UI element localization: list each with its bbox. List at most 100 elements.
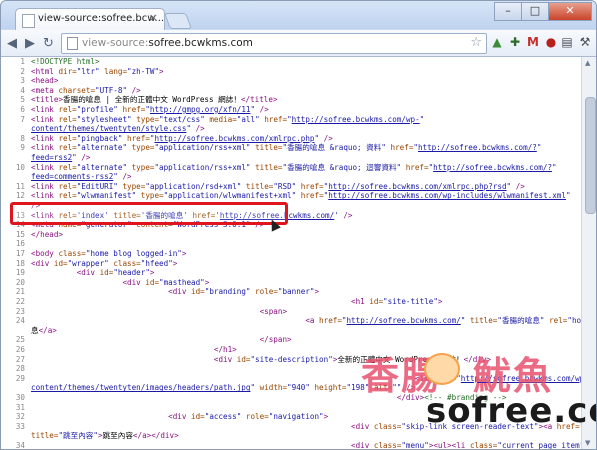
source-line: content/themes/twentyten/images/headers/… [1, 383, 415, 393]
line-number: 22 [15, 297, 25, 306]
source-line: title="跳至內容">跳至內容</a></div> [1, 431, 179, 441]
line-number: 32 [15, 412, 25, 422]
line-number: 18 [15, 258, 25, 268]
wrench-icon[interactable]: ⚒ [577, 34, 593, 50]
line-code: <h1 id="site-title"> [351, 297, 443, 306]
maximize-button[interactable]: □ [521, 2, 549, 21]
watermark-site: sofree.cc [426, 391, 597, 431]
line-code: </head> [31, 229, 64, 239]
line-code: <html dir="ltr" lang="zh-TW"> [31, 66, 164, 76]
source-line: 25 </span> [1, 335, 292, 345]
line-number: 24 [15, 316, 25, 326]
line-number: 28 [15, 364, 25, 374]
scroll-down-icon[interactable]: ▼ [585, 439, 590, 447]
line-number: 8 [20, 133, 25, 143]
line-number: 26 [15, 345, 25, 354]
line-code: feed=rss2" /> [31, 153, 91, 162]
back-icon[interactable]: ◀ [7, 36, 17, 51]
line-number: 16 [15, 239, 25, 249]
line-code: <link rel="wlwmanifest" type="applicatio… [31, 191, 571, 201]
line-code: <link rel="pingback" href="http://sofree… [31, 133, 333, 143]
tab-view-source[interactable]: view-source:sofree.bcw... × [15, 8, 165, 31]
line-code: <div class="menu"><ul><li class="current… [351, 441, 581, 449]
url-scheme: view-source: [82, 37, 149, 49]
source-line: 15 </head> [1, 230, 63, 240]
line-number: 21 [15, 287, 25, 297]
forward-icon[interactable]: ▶ [25, 36, 35, 51]
url-text[interactable]: view-source:sofree.bcwkms.com [82, 37, 253, 49]
line-code: <link rel="alternate" type="application/… [31, 162, 557, 172]
line-number: 4 [20, 85, 25, 95]
extension-icon[interactable]: ● [543, 34, 559, 50]
url-host: sofree.bcwkms.com [148, 37, 253, 49]
scrollbar-thumb[interactable] [585, 97, 596, 214]
source-line: 21 <div id="branding" role="banner"> [1, 287, 319, 297]
line-number: 17 [15, 249, 25, 258]
line-code: <!DOCTYPE html> [31, 57, 100, 66]
extension-icon[interactable]: ▲ [489, 34, 505, 50]
scroll-up-icon[interactable]: ▲ [585, 59, 590, 67]
line-number: 9 [20, 143, 25, 153]
page-menu-icon[interactable]: ▤ [559, 34, 575, 50]
title-bar: view-source:sofree.bcw... × – □ ✕ [1, 1, 596, 31]
line-number: 34 [15, 441, 25, 449]
gmail-icon[interactable]: M [525, 34, 541, 50]
line-code: <link rel="alternate" type="application/… [31, 143, 542, 153]
source-line: 16 [1, 239, 31, 249]
close-window-button[interactable]: ✕ [548, 2, 592, 21]
source-line: 28 [1, 364, 31, 374]
extension-icon[interactable]: ✚ [507, 34, 523, 50]
line-number: 5 [20, 95, 25, 105]
line-number: 30 [15, 393, 25, 402]
line-number: 11 [15, 181, 25, 191]
source-line: content/themes/twentyten/style.css" /> [1, 124, 205, 134]
line-code: <link rel="stylesheet" type="text/css" m… [31, 114, 425, 124]
line-code: title="跳至內容">跳至內容</a></div> [31, 431, 179, 441]
watermark-mascot-icon [424, 353, 460, 385]
line-code: feed=comments-rss2" /> [31, 172, 132, 182]
source-line: 34 <div class="menu"><ul><li class="curr… [1, 441, 581, 449]
source-line: 18 <div id="wrapper" class="hfeed"> [1, 258, 178, 269]
minimize-button[interactable]: – [494, 2, 522, 21]
line-code: 息</a> [31, 325, 57, 335]
line-code: <div id="access" role="navigation"> [168, 412, 329, 422]
highlight-box [10, 202, 288, 225]
line-code: <link rel="profile" href="http://gmpg.or… [31, 105, 269, 114]
source-line: 31 [1, 403, 31, 413]
line-number: 7 [20, 114, 25, 124]
line-number: 15 [15, 229, 25, 239]
new-tab-button[interactable] [164, 13, 192, 29]
source-line: 1 <!DOCTYPE html> [1, 57, 100, 67]
source-line: feed=rss2" /> [1, 153, 90, 163]
line-code: <head> [31, 76, 59, 86]
line-number: 19 [15, 268, 25, 278]
reload-icon[interactable]: ↻ [43, 36, 54, 51]
tab-close-icon[interactable]: × [149, 11, 158, 24]
line-number: 12 [15, 191, 25, 201]
source-line: 3 <head> [1, 76, 58, 86]
watermark-logo: 香腸 魷魚 sofree.cc [361, 341, 596, 441]
line-number: 1 [20, 57, 25, 66]
line-number: 6 [20, 105, 25, 114]
source-line: 息</a> [1, 326, 57, 336]
source-line: 10 <link rel="alternate" type="applicatio… [1, 163, 557, 173]
source-line: 24 <a href="http://sofree.bcwkms.com/" t… [1, 316, 581, 326]
line-code: <span> [259, 306, 288, 316]
line-code: <link rel="EditURI" type="application/rs… [31, 181, 525, 191]
source-line: 17 <body class="home blog logged-in"> [1, 249, 187, 259]
line-number: 27 [15, 354, 25, 364]
line-number: 25 [15, 335, 25, 345]
source-line: feed=comments-rss2" /> [1, 172, 132, 182]
line-number: 10 [15, 162, 25, 172]
source-line: 7 <link rel="stylesheet" type="text/css" … [1, 115, 424, 125]
line-code: </h1> [213, 345, 237, 354]
line-number: 33 [15, 421, 25, 431]
bookmark-star-icon[interactable]: ☆ [470, 35, 482, 50]
line-code: <a href="http://sofree.bcwkms.com/" titl… [305, 316, 581, 326]
window-controls: – □ ✕ [494, 2, 592, 21]
line-number: 3 [20, 76, 25, 86]
source-line: 6 <link rel="profile" href="http://gmpg.o… [1, 105, 269, 115]
page-icon [67, 37, 78, 50]
line-code: <div id="wrapper" class="hfeed"> [31, 258, 178, 268]
address-bar[interactable]: view-source:sofree.bcwkms.com ☆ [61, 33, 487, 54]
